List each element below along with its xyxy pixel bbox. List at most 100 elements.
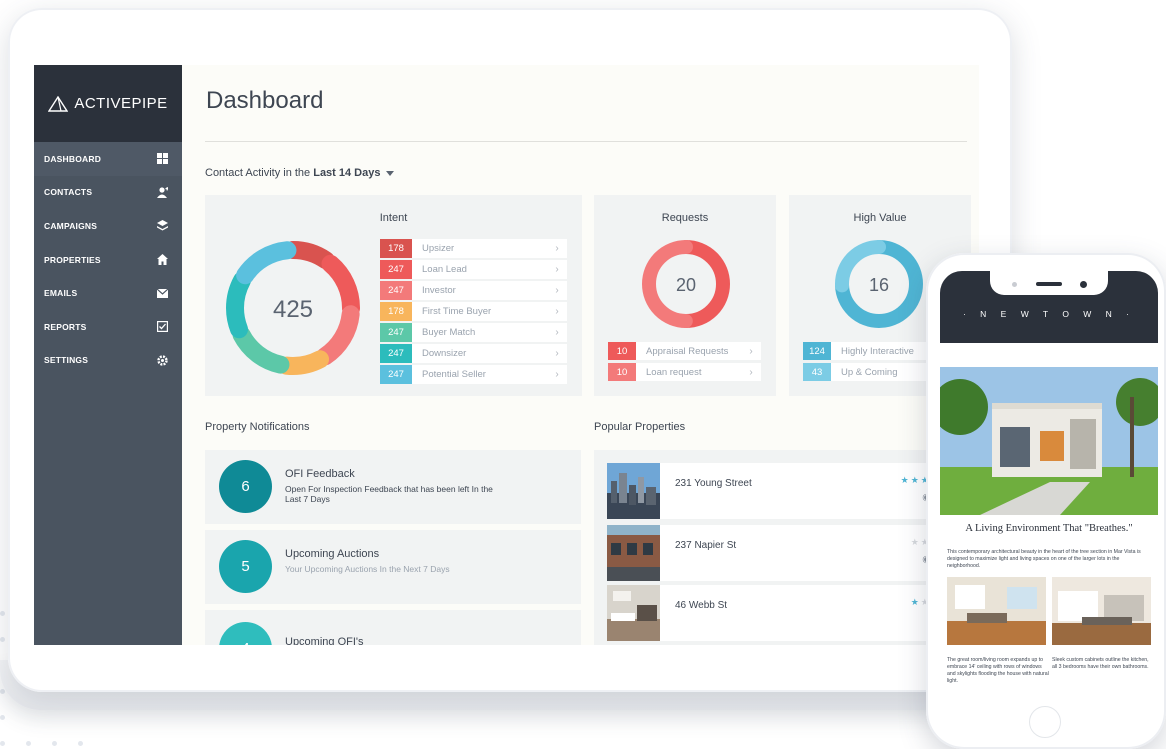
layers-icon: [157, 220, 168, 231]
sidebar: ACTIVEPIPE DASHBOARD CONTACTS CAMPAIGNS: [34, 65, 182, 645]
sidebar-item-settings[interactable]: SETTINGS: [34, 344, 182, 378]
sidebar-item-campaigns[interactable]: CAMPAIGNS: [34, 209, 182, 243]
high-value-total: 16: [869, 275, 889, 295]
envelope-icon: [157, 288, 168, 299]
email-kitchen-image: [1052, 577, 1151, 645]
activity-range: Last 14 Days: [313, 167, 381, 179]
chevron-right-icon: ›: [555, 306, 559, 317]
property-row[interactable]: 231 Young Street ★★★★★ ◉ 600: [607, 463, 955, 519]
legend-row-loan-request[interactable]: 10 Loan request ›: [608, 363, 761, 381]
logo[interactable]: ACTIVEPIPE: [34, 65, 182, 142]
chevron-right-icon: ›: [555, 348, 559, 359]
legend-count: 178: [380, 239, 412, 258]
app-screen: ACTIVEPIPE DASHBOARD CONTACTS CAMPAIGNS: [34, 65, 979, 645]
legend-row-buyer-match[interactable]: 247 Buyer Match ›: [380, 323, 567, 342]
legend-count: 247: [380, 365, 412, 384]
sensor-icon: [1012, 282, 1017, 287]
chevron-right-icon: ›: [555, 264, 559, 275]
intent-legend: 178 Upsizer › 247 Loan Lead › 247 Investor › 1…: [380, 239, 567, 385]
sidebar-item-contacts[interactable]: CONTACTS: [34, 176, 182, 210]
chevron-right-icon: ›: [555, 327, 559, 338]
legend-label: Buyer Match: [422, 327, 476, 338]
logo-text: ACTIVEPIPE: [74, 95, 168, 112]
sidebar-item-properties[interactable]: PROPERTIES: [34, 243, 182, 277]
property-row[interactable]: 46 Webb St ★★★★ ◉ 60: [607, 585, 955, 641]
property-thumbnail: [607, 463, 660, 519]
legend-count: 247: [380, 281, 412, 300]
legend-count: 247: [380, 323, 412, 342]
legend-row-first-time-buyer[interactable]: 178 First Time Buyer ›: [380, 302, 567, 321]
legend-label: Loan Lead: [422, 264, 467, 275]
legend-label: Loan request: [646, 366, 702, 378]
intent-title: Intent: [379, 212, 408, 224]
sidebar-item-emails[interactable]: EMAILS: [34, 276, 182, 310]
chevron-down-icon: [386, 170, 395, 176]
chevron-right-icon: ›: [749, 366, 753, 378]
notification-title: Upcoming OFI's: [285, 636, 364, 645]
property-thumbnail: [607, 525, 660, 581]
phone-notch: [990, 271, 1108, 295]
email-body: This contemporary architectural beauty i…: [947, 549, 1141, 569]
chevron-right-icon: ›: [555, 243, 559, 254]
legend-row-loan-lead[interactable]: 247 Loan Lead ›: [380, 260, 567, 279]
requests-title: Requests: [661, 212, 709, 224]
legend-row-appraisal-requests[interactable]: 10 Appraisal Requests ›: [608, 342, 761, 360]
activepipe-logo-icon: [48, 95, 69, 112]
sidebar-item-label: REPORTS: [44, 321, 87, 332]
legend-count: 10: [608, 363, 636, 381]
email-caption-living: The great room/living room expands up to…: [947, 657, 1049, 684]
legend-label: Upsizer: [422, 243, 455, 254]
notifications-title: Property Notifications: [205, 421, 310, 433]
notification-subtitle: Open For Inspection Feedback that has be…: [285, 484, 493, 504]
high-value-title: High Value: [853, 212, 907, 224]
notification-count: 4: [219, 622, 272, 645]
add-user-icon: [157, 186, 168, 198]
legend-label: First Time Buyer: [422, 306, 492, 317]
legend-count: 178: [380, 302, 412, 321]
sidebar-item-label: CAMPAIGNS: [44, 220, 98, 231]
legend-row-upsizer[interactable]: 178 Upsizer ›: [380, 239, 567, 258]
main-content: Dashboard Contact Activity in the Last 1…: [182, 65, 979, 645]
sidebar-item-label: SETTINGS: [44, 355, 89, 366]
property-thumbnail: [607, 585, 660, 641]
sidebar-item-label: PROPERTIES: [44, 254, 101, 265]
activity-range-dropdown[interactable]: Contact Activity in the Last 14 Days: [205, 167, 395, 179]
sidebar-item-reports[interactable]: REPORTS: [34, 310, 182, 344]
email-living-room-image: [947, 577, 1046, 645]
notification-upcoming-auctions[interactable]: 5 Upcoming Auctions Your Upcoming Auctio…: [205, 530, 581, 604]
legend-row-potential-seller[interactable]: 247 Potential Seller ›: [380, 365, 567, 384]
legend-label: Appraisal Requests: [646, 345, 729, 357]
requests-total: 20: [676, 275, 696, 295]
chevron-right-icon: ›: [555, 285, 559, 296]
chevron-right-icon: ›: [555, 369, 559, 380]
phone-screen: · N E W T O W N · A Living Environment T…: [940, 271, 1158, 701]
checklist-icon: [157, 321, 168, 333]
activity-prefix: Contact Activity in the: [205, 167, 314, 179]
email-headline: A Living Environment That "Breathes.": [965, 523, 1133, 534]
sidebar-item-label: DASHBOARD: [44, 153, 102, 164]
marketing-stage: ACTIVEPIPE DASHBOARD CONTACTS CAMPAIGNS: [0, 0, 1166, 749]
intent-panel: Intent 425 178 Upsizer › 247 Loan Lead › 247…: [205, 195, 582, 396]
notification-subtitle: Your Upcoming Auctions In the Next 7 Day…: [285, 564, 450, 574]
legend-row-investor[interactable]: 247 Investor ›: [380, 281, 567, 300]
speaker-icon: [1036, 282, 1062, 286]
intent-donut-chart: 425: [226, 241, 360, 375]
legend-count: 10: [608, 342, 636, 360]
sidebar-item-dashboard[interactable]: DASHBOARD: [34, 142, 182, 176]
phone-home-button[interactable]: [1029, 706, 1061, 738]
notification-ofi-feedback[interactable]: 6 OFI Feedback Open For Inspection Feedb…: [205, 450, 581, 524]
intent-total: 425: [273, 296, 313, 323]
legend-label: Potential Seller: [422, 369, 486, 380]
page-title: Dashboard: [206, 87, 324, 114]
notification-count: 6: [219, 460, 272, 513]
phone-frame: · N E W T O W N · A Living Environment T…: [926, 253, 1166, 749]
title-divider: [205, 141, 967, 142]
notification-title: Upcoming Auctions: [285, 548, 380, 560]
legend-count: 43: [803, 363, 831, 381]
notification-count: 5: [219, 540, 272, 593]
high-value-donut-chart: 16: [835, 240, 923, 328]
legend-row-downsizer[interactable]: 247 Downsizer ›: [380, 344, 567, 363]
property-row[interactable]: 237 Napier St ★★★★ ◉ 100: [607, 525, 955, 581]
notification-upcoming-ofis[interactable]: 4 Upcoming OFI's: [205, 610, 581, 645]
gear-icon: [157, 355, 168, 366]
